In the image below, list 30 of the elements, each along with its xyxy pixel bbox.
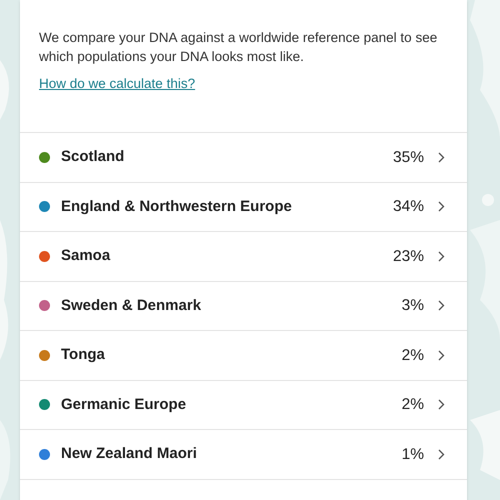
chevron-right-icon [438, 300, 445, 312]
region-row[interactable]: Scotland 35% [20, 132, 467, 182]
region-name: England & Northwestern Europe [61, 196, 293, 216]
region-name: Tonga [61, 345, 106, 365]
region-name: Sweden & Denmark [61, 296, 202, 316]
region-percent: 35% [392, 148, 424, 168]
chevron-right-icon [438, 448, 445, 460]
region-row[interactable]: Samoa 23% [20, 231, 467, 280]
region-name: Scotland [61, 147, 126, 167]
region-percent: 2% [402, 346, 424, 366]
region-name: Germanic Europe [61, 394, 188, 414]
region-percent: 34% [392, 197, 424, 218]
chevron-right-icon [438, 399, 445, 410]
region-name: New Zealand Maori [61, 444, 198, 464]
region-row[interactable]: Germanic Europe 2% [20, 380, 467, 429]
region-row[interactable]: New Zealand Maori 1% [20, 429, 467, 478]
region-row[interactable]: Sweden & Denmark 3% [20, 280, 467, 330]
chevron-right-icon [438, 250, 445, 262]
description-text: We compare your DNA against a worldwide reference panel to see which populations your DNA looks most like. [39, 29, 438, 66]
chevron-right-icon [438, 152, 445, 163]
region-row[interactable]: England & Northwestern Europe 34% [20, 182, 467, 231]
region-name: Samoa [61, 246, 112, 266]
region-percent: 2% [402, 395, 424, 416]
region-row[interactable]: Tonga 2% [20, 330, 467, 380]
chevron-right-icon [438, 201, 445, 212]
region-percent: 3% [402, 296, 424, 316]
help-link[interactable]: How do we calculate this? [39, 74, 196, 94]
region-percent: 23% [392, 246, 424, 267]
region-percent: 1% [402, 444, 424, 465]
chevron-right-icon [438, 350, 445, 361]
